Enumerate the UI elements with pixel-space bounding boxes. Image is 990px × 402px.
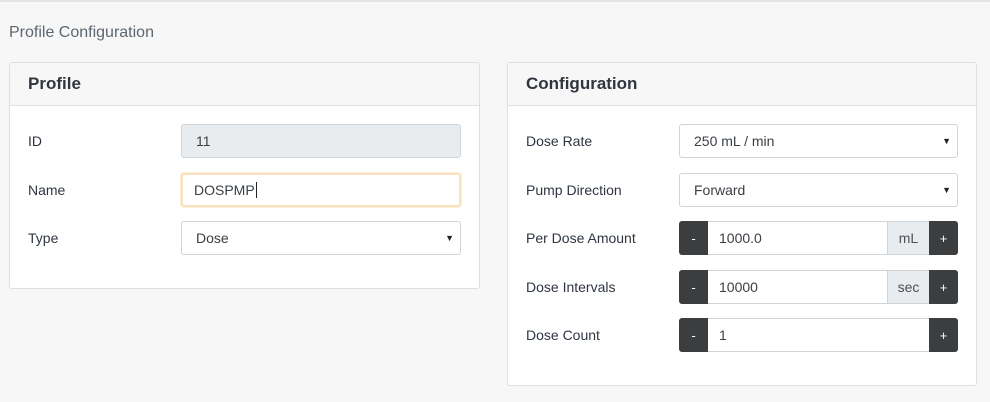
pump-direction-row: Pump Direction Forward ▼ [508,173,976,207]
dose-count-decrement-button[interactable]: - [679,318,708,352]
name-label: Name [28,182,66,198]
profile-card-header: Profile [10,63,479,106]
dose-count-stepper: - 1 + [679,318,958,352]
dose-intervals-input[interactable]: 10000 [708,270,887,304]
dose-rate-row: Dose Rate 250 mL / min ▼ [508,124,976,158]
dose-rate-select[interactable]: 250 mL / min ▼ [679,124,958,158]
caret-down-icon: ▼ [445,233,454,243]
type-select-value: Dose [196,230,229,246]
configuration-card: Configuration Dose Rate 250 mL / min ▼ P… [507,62,977,386]
pump-direction-label: Pump Direction [526,182,622,198]
dose-intervals-increment-button[interactable]: + [929,270,958,304]
type-select[interactable]: Dose ▼ [181,221,461,255]
pump-direction-select[interactable]: Forward ▼ [679,173,958,207]
name-row: Name DOSPMP [10,173,479,207]
id-label: ID [28,133,42,149]
text-cursor [255,182,257,199]
dose-intervals-unit: sec [887,270,929,304]
dose-intervals-label: Dose Intervals [526,279,616,295]
per-dose-amount-unit: mL [887,221,929,255]
per-dose-amount-stepper: - 1000.0 mL + [679,221,958,255]
dose-intervals-decrement-button[interactable]: - [679,270,708,304]
dose-intervals-stepper: - 10000 sec + [679,270,958,304]
per-dose-amount-input[interactable]: 1000.0 [708,221,887,255]
id-field: 11 [181,124,461,158]
dose-rate-label: Dose Rate [526,133,593,149]
per-dose-amount-label: Per Dose Amount [526,230,636,246]
dose-count-label: Dose Count [526,327,600,343]
type-row: Type Dose ▼ [10,221,479,255]
configuration-card-header: Configuration [508,63,976,106]
page-title: Profile Configuration [9,24,154,41]
id-row: ID 11 [10,124,479,158]
profile-card: Profile ID 11 Name DOSPMP Type Dose ▼ [9,62,480,289]
dose-rate-select-value: 250 mL / min [694,133,775,149]
dose-count-increment-button[interactable]: + [929,318,958,352]
caret-down-icon: ▼ [942,136,951,146]
dose-intervals-row: Dose Intervals - 10000 sec + [508,270,976,304]
name-field-value: DOSPMP [194,182,255,198]
caret-down-icon: ▼ [942,185,951,195]
type-label: Type [28,230,59,246]
dose-count-row: Dose Count - 1 + [508,318,976,352]
name-field[interactable]: DOSPMP [181,173,461,207]
pump-direction-select-value: Forward [694,182,746,198]
per-dose-amount-row: Per Dose Amount - 1000.0 mL + [508,221,976,255]
per-dose-amount-decrement-button[interactable]: - [679,221,708,255]
top-divider [0,0,990,2]
dose-count-input[interactable]: 1 [708,318,929,352]
per-dose-amount-increment-button[interactable]: + [929,221,958,255]
